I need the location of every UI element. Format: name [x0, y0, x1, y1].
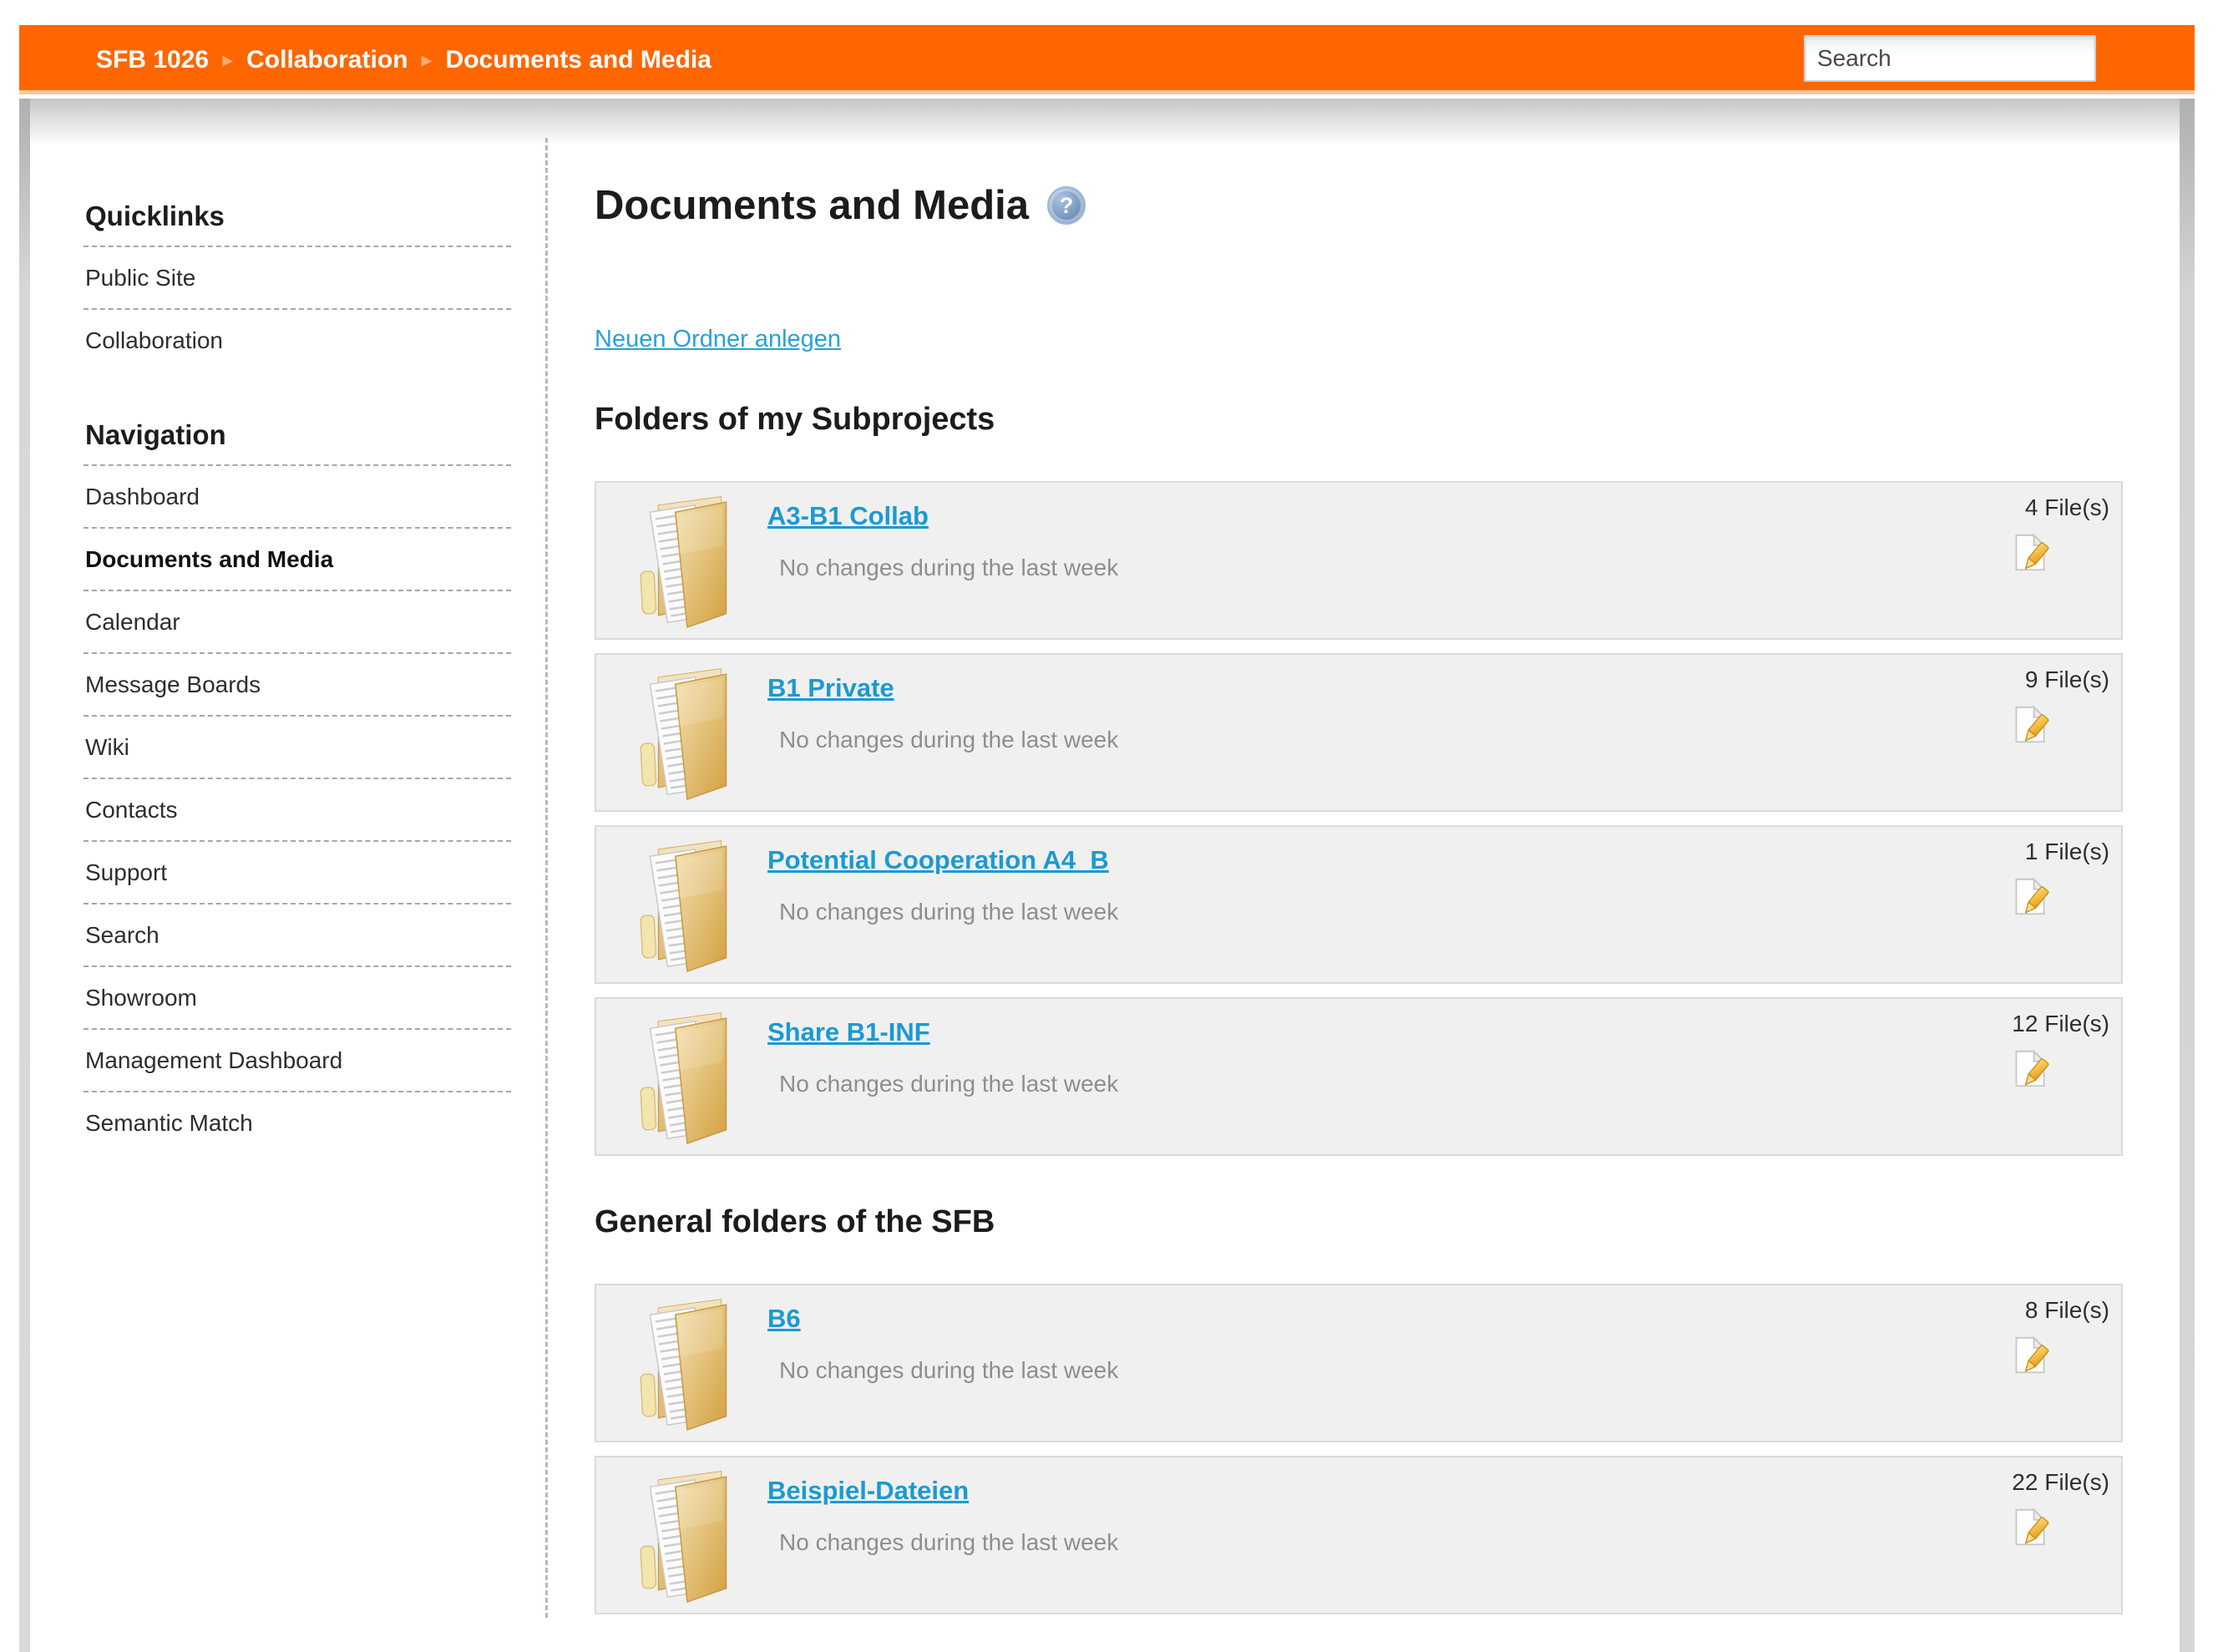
navigation-title: Navigation — [85, 419, 511, 451]
folder-status: No changes during the last week — [779, 1357, 1118, 1384]
folder-row: A3-B1 Collab No changes during the last … — [595, 481, 2123, 640]
breadcrumb-collaboration[interactable]: Collaboration — [246, 46, 408, 74]
folder-icon — [640, 494, 742, 629]
sidebar-item-semantic-match[interactable]: Semantic Match — [84, 1091, 511, 1153]
section-heading-subprojects: Folders of my Subprojects — [595, 402, 2123, 438]
main-content: Documents and Media ? Neuen Ordner anleg… — [595, 99, 2123, 1628]
sidebar-item-search[interactable]: Search — [84, 903, 511, 965]
create-folder-link[interactable]: Neuen Ordner anlegen — [595, 326, 841, 353]
breadcrumb-site[interactable]: SFB 1026 — [96, 46, 209, 74]
top-header-bar: SFB 1026 ▸ Collaboration ▸ Documents and… — [19, 25, 2195, 94]
folder-row: Potential Cooperation A4_B No changes du… — [595, 825, 2123, 984]
quicklinks-title: Quicklinks — [85, 200, 511, 232]
folder-status: No changes during the last week — [779, 1071, 1118, 1097]
breadcrumb: SFB 1026 ▸ Collaboration ▸ Documents and… — [96, 25, 711, 94]
folder-icon — [640, 1010, 742, 1145]
navigation-section: Navigation Dashboard Documents and Media… — [84, 419, 511, 1153]
help-icon[interactable]: ? — [1047, 186, 1086, 225]
document-pen-icon[interactable] — [2011, 533, 2049, 573]
folder-status: No changes during the last week — [779, 555, 1118, 581]
folder-link[interactable]: B1 Private — [767, 673, 894, 703]
folder-status: No changes during the last week — [779, 1529, 1118, 1556]
page-left-edge — [19, 99, 30, 1652]
document-pen-icon[interactable] — [2011, 1508, 2049, 1548]
folder-row: Share B1-INF No changes during the last … — [595, 997, 2123, 1156]
folder-row: Beispiel-Dateien No changes during the l… — [595, 1456, 2123, 1614]
folder-row: B6 No changes during the last week 8 Fil… — [595, 1284, 2123, 1442]
sidebar: Quicklinks Public Site Collaboration Nav… — [84, 200, 511, 1153]
folder-icon — [640, 1468, 742, 1604]
sidebar-item-documents-and-media[interactable]: Documents and Media — [84, 527, 511, 590]
page-title: Documents and Media ? — [595, 182, 2123, 229]
folder-file-count: 9 File(s) — [2025, 666, 2109, 693]
folder-icon — [640, 1296, 742, 1432]
sidebar-item-public-site[interactable]: Public Site — [84, 246, 511, 308]
breadcrumb-current-page: Documents and Media — [446, 46, 711, 74]
sidebar-item-contacts[interactable]: Contacts — [84, 778, 511, 840]
page-title-text: Documents and Media — [595, 182, 1029, 229]
folder-status: No changes during the last week — [779, 727, 1118, 753]
sidebar-item-support[interactable]: Support — [84, 840, 511, 903]
folder-file-count: 8 File(s) — [2025, 1297, 2109, 1324]
folder-status: No changes during the last week — [779, 899, 1118, 925]
subproject-folder-list: A3-B1 Collab No changes during the last … — [595, 481, 2123, 1156]
document-pen-icon[interactable] — [2011, 705, 2049, 745]
sidebar-item-showroom[interactable]: Showroom — [84, 965, 511, 1028]
breadcrumb-arrow-icon: ▸ — [222, 47, 233, 73]
sidebar-item-wiki[interactable]: Wiki — [84, 715, 511, 778]
sidebar-content-divider — [545, 138, 548, 1618]
breadcrumb-arrow-icon: ▸ — [421, 47, 432, 73]
page-right-edge — [2180, 99, 2195, 1652]
search-input[interactable] — [1804, 35, 2096, 82]
sidebar-item-message-boards[interactable]: Message Boards — [84, 652, 511, 715]
sidebar-item-calendar[interactable]: Calendar — [84, 590, 511, 652]
quicklinks-section: Quicklinks Public Site Collaboration — [84, 200, 511, 371]
folder-link[interactable]: B6 — [767, 1304, 801, 1334]
folder-file-count: 4 File(s) — [2025, 494, 2109, 521]
document-pen-icon[interactable] — [2011, 1335, 2049, 1376]
document-pen-icon[interactable] — [2011, 1049, 2049, 1089]
document-pen-icon[interactable] — [2011, 877, 2049, 917]
folder-row: B1 Private No changes during the last we… — [595, 653, 2123, 812]
folder-file-count: 12 File(s) — [2012, 1011, 2109, 1037]
folder-file-count: 1 File(s) — [2025, 839, 2109, 865]
sidebar-item-collaboration[interactable]: Collaboration — [84, 308, 511, 371]
sidebar-item-dashboard[interactable]: Dashboard — [84, 464, 511, 527]
folder-icon — [640, 666, 742, 801]
section-heading-general: General folders of the SFB — [595, 1204, 2123, 1240]
folder-file-count: 22 File(s) — [2012, 1469, 2109, 1496]
folder-link[interactable]: Beispiel-Dateien — [767, 1476, 969, 1506]
folder-icon — [640, 838, 742, 973]
folder-link[interactable]: A3-B1 Collab — [767, 501, 929, 531]
sidebar-item-management-dashboard[interactable]: Management Dashboard — [84, 1028, 511, 1091]
folder-link[interactable]: Share B1-INF — [767, 1017, 930, 1047]
general-folder-list: B6 No changes during the last week 8 Fil… — [595, 1284, 2123, 1614]
folder-link[interactable]: Potential Cooperation A4_B — [767, 845, 1109, 875]
